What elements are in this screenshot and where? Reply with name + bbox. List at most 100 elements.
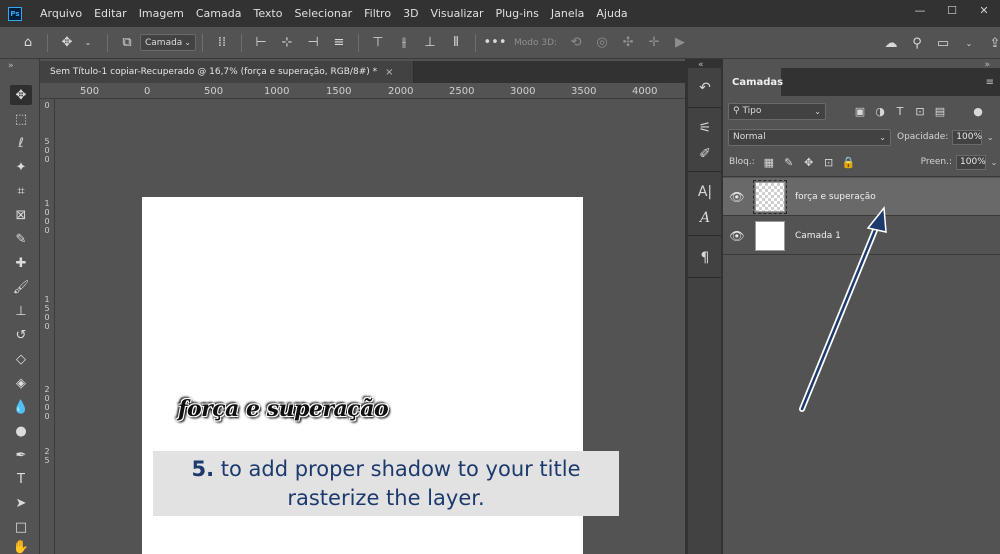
- auto-select-target-select[interactable]: Camada ⌄: [140, 34, 196, 51]
- more-options-icon[interactable]: •••: [484, 33, 507, 53]
- slide-3d-icon[interactable]: ✛: [644, 33, 664, 53]
- menu-plug-ins[interactable]: Plug-ins: [489, 7, 544, 20]
- distribute-vertical-icon[interactable]: ⫴: [446, 33, 466, 53]
- align-left-icon[interactable]: ⊢: [251, 33, 271, 53]
- panel-menu-icon[interactable]: ≡: [986, 77, 994, 88]
- menu-3d[interactable]: 3D: [397, 7, 424, 20]
- auto-select-icon[interactable]: ⧉: [117, 33, 137, 53]
- layer-thumbnail: [755, 220, 785, 251]
- menu-visualizar[interactable]: Visualizar: [425, 7, 490, 20]
- eraser-tool-icon[interactable]: ◇: [10, 349, 32, 369]
- eye-icon[interactable]: 👁: [723, 229, 751, 243]
- brush-tool-icon[interactable]: 🖌: [10, 277, 32, 297]
- chevron-down-icon[interactable]: ⌄: [988, 155, 1000, 170]
- lock-artboard-icon[interactable]: ⊡: [821, 154, 837, 170]
- close-tab-icon[interactable]: ×: [385, 67, 393, 78]
- menu-arquivo[interactable]: Arquivo: [34, 7, 88, 20]
- roll-3d-icon[interactable]: ◎: [592, 33, 612, 53]
- lock-position-icon[interactable]: ✥: [801, 154, 817, 170]
- lock-all-icon[interactable]: 🔒: [841, 154, 857, 170]
- glyphs-panel-icon[interactable]: A: [695, 208, 715, 228]
- clone-stamp-tool-icon[interactable]: ⊥: [10, 301, 32, 321]
- maximize-button[interactable]: ☐: [936, 0, 968, 20]
- lock-transparency-icon[interactable]: ▦: [761, 154, 777, 170]
- align-bottom-icon[interactable]: ⊥: [420, 33, 440, 53]
- filter-pixel-icon[interactable]: ▣: [852, 103, 868, 119]
- align-horizontal-center-icon[interactable]: ⊹: [277, 33, 297, 53]
- blur-tool-icon[interactable]: 💧: [10, 397, 32, 417]
- eyedropper-tool-icon[interactable]: ✎: [10, 229, 32, 249]
- camera-3d-icon[interactable]: ▶: [670, 33, 690, 53]
- show-transform-controls-icon[interactable]: ⁞⁞: [212, 33, 232, 53]
- share-icon[interactable]: ⇪: [985, 33, 1000, 53]
- marquee-tool-icon[interactable]: ⬚: [10, 109, 32, 129]
- cloud-user-icon[interactable]: ☁: [881, 33, 901, 53]
- filter-type-icon[interactable]: T: [892, 103, 908, 119]
- drag-3d-icon[interactable]: ✣: [618, 33, 638, 53]
- align-top-icon[interactable]: ⊤: [368, 33, 388, 53]
- layer-filter-select[interactable]: ⚲ Tipo ⌄: [728, 102, 826, 120]
- home-icon[interactable]: ⌂: [18, 33, 38, 53]
- path-selection-tool-icon[interactable]: ➤: [10, 493, 32, 513]
- magic-wand-tool-icon[interactable]: ✦: [10, 157, 32, 177]
- brushes-panel-icon[interactable]: ✐: [695, 144, 715, 164]
- align-right-icon[interactable]: ⊣: [303, 33, 323, 53]
- filter-toggle-icon[interactable]: ●: [970, 103, 986, 119]
- horizontal-ruler[interactable]: 500 0 500 1000 1500 2000 2500 3000 3500 …: [40, 83, 685, 99]
- menu-imagem[interactable]: Imagem: [133, 7, 190, 20]
- menu-camada[interactable]: Camada: [190, 7, 248, 20]
- layer-name: força e superação: [795, 191, 876, 202]
- vertical-ruler[interactable]: 0 5 0 0 1 0 0 0 1 5 0 0 2 0 0 0 2 5: [40, 99, 55, 554]
- chevron-down-icon[interactable]: ⌄: [959, 33, 979, 53]
- history-panel-icon[interactable]: ↶: [695, 78, 715, 98]
- chevron-down-icon[interactable]: ⌄: [78, 33, 98, 53]
- align-vertical-center-icon[interactable]: ⫲: [394, 33, 414, 53]
- opacity-input[interactable]: 100%: [952, 129, 983, 145]
- layer-row[interactable]: 👁 Camada 1: [723, 217, 1000, 255]
- menu-texto[interactable]: Texto: [247, 7, 288, 20]
- layer-row[interactable]: 👁 força e superação: [723, 178, 1000, 216]
- filter-adjustment-icon[interactable]: ◑: [872, 103, 888, 119]
- ruler-label: 500: [204, 86, 224, 97]
- menu-filtro[interactable]: Filtro: [358, 7, 397, 20]
- paint-bucket-tool-icon[interactable]: ◈: [10, 373, 32, 393]
- menu-ajuda[interactable]: Ajuda: [590, 7, 633, 20]
- ruler-label: 5 0 0: [44, 137, 50, 164]
- paragraph-panel-icon[interactable]: ¶: [695, 248, 715, 268]
- move-tool-preset-icon[interactable]: ✥: [57, 33, 77, 53]
- lock-image-icon[interactable]: ✎: [781, 154, 797, 170]
- search-icon[interactable]: ⚲: [907, 33, 927, 53]
- close-window-button[interactable]: ✕: [968, 0, 1000, 20]
- menu-editar[interactable]: Editar: [88, 7, 133, 20]
- menu-janela[interactable]: Janela: [545, 7, 591, 20]
- dodge-tool-icon[interactable]: ●: [10, 421, 32, 441]
- collapse-icon[interactable]: »: [8, 61, 14, 71]
- ruler-label: 2000: [388, 86, 414, 97]
- move-tool-icon[interactable]: ✥: [10, 85, 32, 105]
- rectangle-tool-icon[interactable]: □: [10, 517, 32, 537]
- pen-tool-icon[interactable]: ✒: [10, 445, 32, 465]
- orbit-3d-icon[interactable]: ⟲: [566, 33, 586, 53]
- healing-brush-tool-icon[interactable]: ✚: [10, 253, 32, 273]
- character-panel-icon[interactable]: A|: [695, 182, 715, 202]
- distribute-icon[interactable]: ≡: [329, 33, 349, 53]
- blend-mode-select[interactable]: Normal ⌄: [728, 128, 891, 146]
- filter-shape-icon[interactable]: ⊡: [912, 103, 928, 119]
- filter-smart-object-icon[interactable]: ▤: [932, 103, 948, 119]
- properties-panel-icon[interactable]: ⚟: [695, 118, 715, 138]
- type-tool-icon[interactable]: T: [10, 469, 32, 489]
- crop-tool-icon[interactable]: ⌗: [10, 181, 32, 201]
- eye-icon[interactable]: 👁: [723, 190, 751, 204]
- history-brush-tool-icon[interactable]: ↺: [10, 325, 32, 345]
- fill-input[interactable]: 100%: [956, 154, 987, 170]
- title-text-layer[interactable]: força e superação: [178, 396, 389, 422]
- tab-camadas[interactable]: Camadas: [723, 68, 783, 96]
- hand-tool-icon[interactable]: ✋: [10, 537, 32, 554]
- chevron-down-icon[interactable]: ⌄: [984, 130, 996, 145]
- minimize-button[interactable]: —: [904, 0, 936, 20]
- workspace-icon[interactable]: ▭: [933, 33, 953, 53]
- frame-tool-icon[interactable]: ⊠: [10, 205, 32, 225]
- menu-selecionar[interactable]: Selecionar: [288, 7, 358, 20]
- lasso-tool-icon[interactable]: ℓ: [10, 133, 32, 153]
- document-tab[interactable]: Sem Título-1 copiar-Recuperado @ 16,7% (…: [40, 61, 414, 83]
